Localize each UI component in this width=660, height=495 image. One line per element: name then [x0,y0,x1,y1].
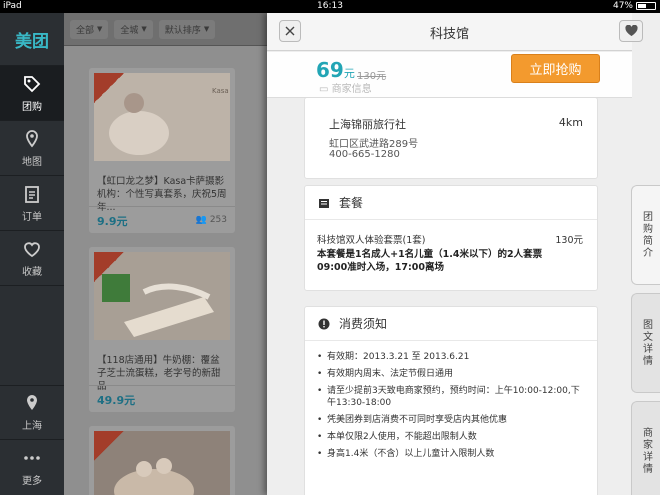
page-title: 科技馆 [429,27,469,42]
deal-title: 【118店通用】牛奶棚：覆盆子芝士流蛋糕，老字号的新甜品 [97,355,221,392]
location-icon [27,395,37,410]
merchant-info-header: ▭ 商家信息 [319,84,372,95]
sidebar-item-label: 团购 [22,101,42,113]
package-header: 套餐 [305,186,597,220]
chevron-down-icon: ▼ [141,25,147,33]
deal-price: 49.9元 [97,394,136,407]
filter-label: 默认排序 [164,25,201,36]
buy-now-button[interactable]: 立即抢购 [511,54,600,83]
sold-count-value: 253 [209,215,227,225]
deal-image [94,252,230,340]
filter-area[interactable]: 全城 ▼ [114,19,153,39]
deal-image: Kasa [94,73,230,161]
status-bar: iPad 16:13 47% [0,0,660,13]
package-card: 套餐 科技馆双人体验套票(1套) 130元 本套餐是1名成人+1名儿童（1.4米… [304,185,598,291]
merchant-info-label: 商家信息 [331,84,372,95]
warning-icon [318,318,330,329]
chevron-down-icon: ▼ [97,25,103,33]
filter-sort[interactable]: 默认排序 ▼ [158,19,216,39]
notice-item: 凭美团券到店消费不可同时享受店内其他优惠 [317,414,587,426]
price-value: 69 [316,58,344,82]
battery-indicator: 47% [613,1,656,11]
notice-header-label: 消费须知 [339,317,388,331]
package-amount: 130元 [555,235,583,246]
sidebar-item-label: 更多 [22,476,42,487]
tab-merchant-details[interactable]: 商家详情 [631,401,660,495]
merchant-info-card: 上海锦丽旅行社 4km 虹口区武进路289号 400-665-1280 [304,97,598,179]
package-header-label: 套餐 [339,196,364,210]
deal-sold-count: 👥 253 [195,215,227,225]
buy-bar: 69元 130元 ▭ 商家信息 立即抢购 [267,52,632,98]
sidebar-item-more[interactable]: 更多 [0,440,64,495]
new-deal-badge [94,431,124,461]
filter-bar: 全部 ▼ 全城 ▼ 默认排序 ▼ [64,13,279,46]
deal-title: 【虹口龙之梦】Kasa卡萨摄影机构：个性写真套系，庆祝5周年... [97,176,227,213]
detail-tabs: 团购简介 图文详情 商家详情 [631,185,660,495]
deal-detail-panel: 上海锦丽旅行社 4km 虹口区武进路289号 400-665-1280 套餐 科… [267,13,660,495]
notice-card: 消费须知 有效期：2013.3.21 至 2013.6.21 有效期内周末、法定… [304,306,598,495]
heart-icon [24,241,40,257]
battery-icon [636,2,656,10]
notice-header: 消费须知 [305,307,597,341]
sidebar-item-label: 上海 [22,421,42,432]
sidebar-item-favorites[interactable]: 收藏 [0,231,64,286]
package-icon [319,198,329,208]
package-desc-line: 本套餐是1名成人+1名儿童（1.4米以下）的2人套票 [317,249,543,260]
deal-price: 69元 [316,58,355,82]
heart-icon [624,25,638,36]
new-deal-badge [94,73,124,103]
package-item: 科技馆双人体验套票(1套) [317,235,426,246]
notice-item: 请至少提前3天致电商家预约，预约时间：上午10:00-12:00,下午13:30… [317,385,587,409]
battery-percent: 47% [612,1,633,11]
map-pin-icon [26,129,38,147]
sidebar-item-map[interactable]: 地图 [0,121,64,176]
notice-list: 有效期：2013.3.21 至 2013.6.21 有效期内周末、法定节假日通用… [317,351,587,465]
chevron-down-icon: ▼ [203,25,210,33]
sidebar-item-label: 收藏 [22,266,42,278]
clock: 16:13 [317,1,343,11]
favorite-button[interactable] [619,20,643,42]
new-deal-badge [94,252,124,282]
filter-label: 全城 [120,25,139,36]
notice-item: 有效期：2013.3.21 至 2013.6.21 [317,351,587,363]
battery-fill [638,4,646,8]
price-unit: 元 [343,67,355,80]
package-description: 本套餐是1名成人+1名儿童（1.4米以下）的2人套票 09:00准时入场，17:… [317,248,557,274]
tag-icon [24,75,41,92]
tab-deal-intro[interactable]: 团购简介 [631,185,660,285]
sidebar-item-label: 地图 [22,156,42,168]
filter-label: 全部 [76,25,95,36]
sidebar-item-city[interactable]: 上海 [0,385,64,440]
sidebar-item-label: 订单 [22,211,42,223]
merchant-address[interactable]: 虹口区武进路289号 [329,135,418,150]
notice-item: 本单仅限2人使用，不能超出限制人数 [317,431,587,443]
merchant-phone[interactable]: 400-665-1280 [329,149,400,160]
deal-card[interactable]: Kasa 【虹口龙之梦】Kasa卡萨摄影机构：个性写真套系，庆祝5周年... 9… [89,68,235,233]
package-desc-line: 09:00准时入场，17:00离场 [317,262,444,273]
deal-price: 9.9元 [97,215,128,228]
deal-card[interactable] [89,426,235,495]
merchant-distance: 4km [558,116,583,129]
sidebar-item-tuangou[interactable]: 团购 [0,66,64,121]
deal-card[interactable]: 【118店通用】牛奶棚：覆盆子芝士流蛋糕，老字号的新甜品 49.9元 [89,247,235,412]
sidebar: 美团 团购 地图 订单 收藏 上海 更多 [0,13,64,495]
tab-image-details[interactable]: 图文详情 [631,293,660,393]
deal-image [94,431,230,495]
notice-item: 有效期内周末、法定节假日通用 [317,368,587,380]
app-logo: 美团 [0,13,64,66]
merchant-name: 上海锦丽旅行社 [329,118,406,131]
svg-text:Kasa: Kasa [212,87,229,95]
detail-header: 科技馆 [267,13,643,51]
notice-item: 身高1.4米（不含）以上儿童计入限制人数 [317,448,587,460]
clipboard-icon [25,185,39,203]
filter-category[interactable]: 全部 ▼ [70,19,109,39]
more-dots-icon [24,456,40,460]
deal-list: 全部 ▼ 全城 ▼ 默认排序 ▼ Kasa 【虹口龙之梦】Kasa卡萨摄影机构：个性写… [64,13,279,495]
sidebar-item-orders[interactable]: 订单 [0,176,64,231]
